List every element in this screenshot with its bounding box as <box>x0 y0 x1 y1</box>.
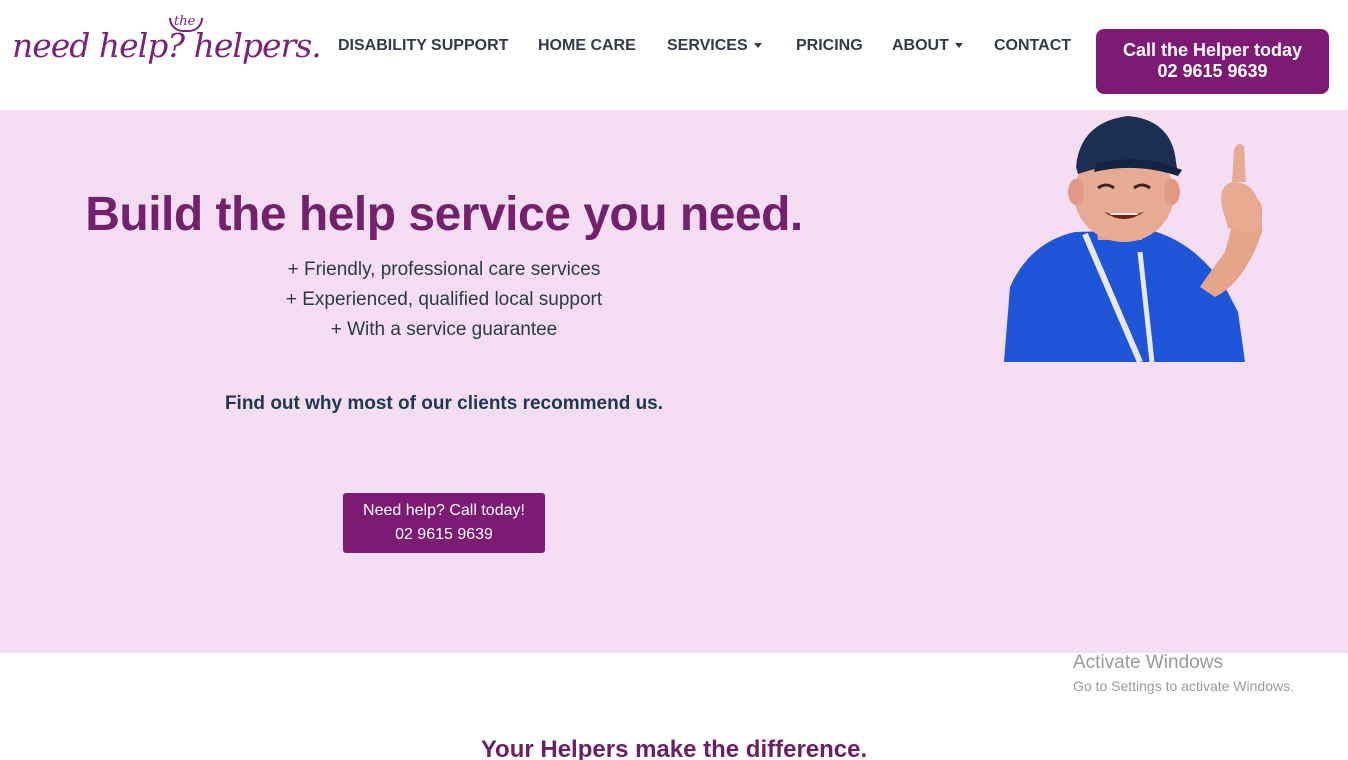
section-title: Your Helpers make the difference. <box>480 736 868 760</box>
nav-home-care[interactable]: HOME CARE <box>538 37 636 55</box>
hero-bullet: + Friendly, professional care services <box>287 259 601 280</box>
hero-title: Build the help service you need. <box>85 188 803 241</box>
recommend-link[interactable]: Find out why most of our clients recomme… <box>0 393 888 415</box>
need-help-phone: 02 9615 9639 <box>395 526 493 543</box>
nav-services[interactable]: SERVICES <box>667 37 762 55</box>
call-helper-label: Call the Helper today <box>1122 40 1303 60</box>
chevron-down-icon <box>753 43 762 49</box>
call-helper-button[interactable]: Call the Helper today 02 9615 9639 <box>1096 29 1329 94</box>
nav-disability-support[interactable]: DISABILITY SUPPORT <box>338 37 508 55</box>
nav-about[interactable]: ABOUT <box>892 37 963 55</box>
logo-small-text: the <box>174 14 196 29</box>
watermark-subtitle: Go to Settings to activate Windows. <box>1073 678 1294 694</box>
logo-text: need help? helpers. <box>12 26 322 65</box>
hero-bullet: + With a service guarantee <box>330 319 558 340</box>
need-help-label: Need help? Call today! <box>363 502 525 519</box>
call-helper-phone: 02 9615 9639 <box>1157 61 1268 81</box>
watermark-title: Activate Windows <box>1073 652 1223 673</box>
need-help-call-button[interactable]: Need help? Call today! 02 9615 9639 <box>343 493 545 553</box>
site-header: need help? helpers. the DISABILITY SUPPO… <box>0 0 1348 110</box>
hero-person-photo <box>1004 116 1262 362</box>
hero-bullet: + Experienced, qualified local support <box>285 289 603 310</box>
nav-contact[interactable]: CONTACT <box>994 37 1071 55</box>
nav-pricing[interactable]: PRICING <box>796 37 863 55</box>
hero-bullets: + Friendly, professional care services +… <box>0 255 888 345</box>
chevron-down-icon <box>954 43 963 49</box>
activate-windows-watermark: Activate Windows Go to Settings to activ… <box>1073 652 1294 696</box>
site-logo[interactable]: need help? helpers. the <box>12 14 322 70</box>
